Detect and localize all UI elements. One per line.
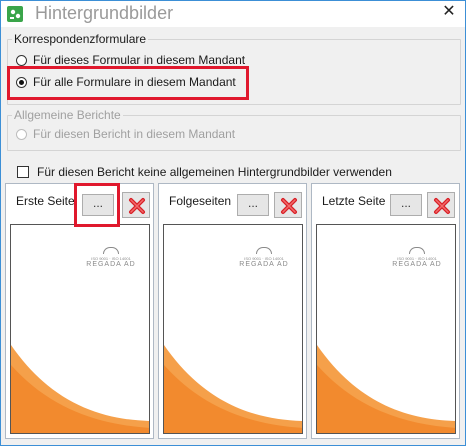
- panel-last-page: Letzte Seite ... ISO 9001 · ISO 14001 RE…: [311, 183, 460, 439]
- delete-x-icon: [129, 198, 145, 214]
- background-preview-last: ISO 9001 · ISO 14001 REGADA AD: [316, 224, 456, 434]
- close-icon[interactable]: ✕: [441, 4, 457, 20]
- highlight-all-forms: [7, 66, 249, 100]
- browse-last-page-button[interactable]: ...: [390, 194, 422, 216]
- delete-last-page-button[interactable]: [427, 192, 455, 218]
- no-general-backgrounds-row[interactable]: Für diesen Bericht keine allgemeinen Hin…: [17, 165, 392, 179]
- delete-following-pages-button[interactable]: [274, 192, 302, 218]
- highlight-browse-button: [74, 183, 120, 227]
- dialog-window: Hintergrundbilder ✕ Korrespondenzformula…: [0, 0, 466, 446]
- regada-logo: ISO 9001 · ISO 14001 REGADA AD: [234, 247, 294, 268]
- delete-x-icon: [281, 198, 297, 214]
- radio-this-form[interactable]: [16, 54, 27, 66]
- delete-x-icon: [434, 198, 450, 214]
- regada-logo: ISO 9001 · ISO 14001 REGADA AD: [81, 247, 141, 268]
- regada-logo: ISO 9001 · ISO 14001 REGADA AD: [387, 247, 447, 268]
- delete-first-page-button[interactable]: [122, 192, 150, 218]
- panel-last-page-label: Letzte Seite: [322, 194, 386, 208]
- background-preview-following: ISO 9001 · ISO 14001 REGADA AD: [163, 224, 303, 434]
- app-icon: [7, 6, 23, 22]
- background-preview-first: ISO 9001 · ISO 14001 REGADA AD: [10, 224, 150, 434]
- correspondence-caption: Korrespondenzformulare: [12, 32, 149, 46]
- radio-this-report-row[interactable]: Für diesen Bericht in diesem Mandant: [16, 126, 235, 142]
- radio-this-report[interactable]: [16, 128, 27, 140]
- title-bar: Hintergrundbilder ✕: [1, 1, 465, 27]
- window-title: Hintergrundbilder: [35, 3, 174, 23]
- panel-following-pages-label: Folgeseiten: [169, 194, 232, 208]
- panel-following-pages: Folgeseiten ... ISO 9001 · ISO 14001 REG…: [158, 183, 307, 439]
- general-reports-group: Allgemeine Berichte Für diesen Bericht i…: [7, 108, 461, 151]
- radio-this-form-label: Für dieses Formular in diesem Mandant: [33, 53, 246, 67]
- no-general-backgrounds-label: Für diesen Bericht keine allgemeinen Hin…: [37, 165, 392, 179]
- general-reports-caption: Allgemeine Berichte: [12, 108, 123, 122]
- panel-first-page-label: Erste Seite: [16, 194, 75, 208]
- browse-following-pages-button[interactable]: ...: [237, 194, 269, 216]
- radio-this-report-label: Für diesen Bericht in diesem Mandant: [33, 127, 236, 141]
- no-general-backgrounds-checkbox[interactable]: [17, 166, 29, 178]
